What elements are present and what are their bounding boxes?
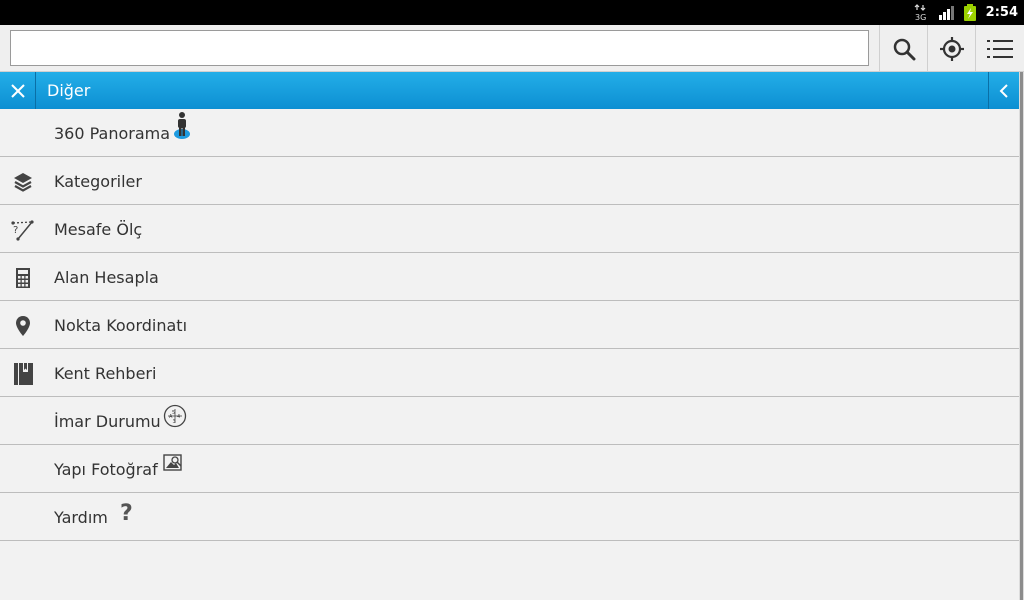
menu-item-label: İmar Durumu xyxy=(54,412,161,431)
menu-item-label: Nokta Koordinatı xyxy=(54,316,188,335)
crosshair-location-icon xyxy=(939,36,964,61)
calculator-icon xyxy=(10,265,36,291)
scrollbar[interactable] xyxy=(1019,72,1024,600)
menu-item-imar-durumu[interactable]: İmar Durumu 5 A 4 3 xyxy=(0,397,1019,445)
menu-item-label: 360 Panorama xyxy=(54,124,171,143)
photo-icon xyxy=(163,449,185,479)
signal-strength-icon xyxy=(938,0,956,25)
close-icon xyxy=(10,83,25,98)
network-type-icon: 3G xyxy=(914,0,928,25)
svg-text:3G: 3G xyxy=(915,13,926,22)
menu-item-yapi-fotograf[interactable]: Yapı Fotoğraf xyxy=(0,445,1019,493)
menu-item-yardim[interactable]: Yardım ? xyxy=(0,493,1019,541)
close-panel-button[interactable] xyxy=(0,72,36,109)
zoning-status-icon: 5 A 4 3 xyxy=(163,401,187,431)
menu-item-label: Alan Hesapla xyxy=(54,268,159,287)
menu-item-nokta-koordinati[interactable]: Nokta Koordinatı xyxy=(0,301,1019,349)
svg-text:3: 3 xyxy=(173,419,176,425)
clock: 2:54 xyxy=(985,5,1018,20)
layers-icon xyxy=(10,169,36,195)
battery-charging-icon xyxy=(963,0,977,25)
search-toolbar xyxy=(0,25,1024,72)
svg-text:5: 5 xyxy=(172,410,175,416)
chevron-left-icon xyxy=(999,83,1008,98)
location-pin-icon xyxy=(10,313,36,339)
panel-header: Diğer xyxy=(0,72,1019,109)
collapse-panel-button[interactable] xyxy=(988,72,1019,109)
status-bar: 3G 2:54 xyxy=(0,0,1024,25)
scrollbar-thumb[interactable] xyxy=(1020,72,1023,600)
menu-item-label: Kategoriler xyxy=(54,172,142,191)
menu-item-label: Kent Rehberi xyxy=(54,364,157,383)
measure-distance-icon: ? xyxy=(10,217,36,243)
search-input[interactable] xyxy=(10,30,869,66)
menu-item-kent-rehberi[interactable]: Kent Rehberi xyxy=(0,349,1019,397)
menu-item-mesafe-olc[interactable]: ? Mesafe Ölç xyxy=(0,205,1019,253)
svg-text:4: 4 xyxy=(177,414,180,420)
street-view-person-icon xyxy=(172,111,192,141)
menu-list-button[interactable] xyxy=(975,25,1024,72)
list-menu-icon xyxy=(987,39,1013,58)
menu-item-360-panorama[interactable]: 360 Panorama xyxy=(0,109,1019,157)
menu-item-alan-hesapla[interactable]: Alan Hesapla xyxy=(0,253,1019,301)
city-guide-book-icon xyxy=(10,361,36,387)
menu-item-label: Yardım xyxy=(54,508,108,527)
menu-item-label: Mesafe Ölç xyxy=(54,220,143,239)
help-question-icon: ? xyxy=(119,497,137,527)
svg-text:?: ? xyxy=(120,501,133,525)
menu-list: 360 Panorama Kategoriler ? Mesafe Ölç Al… xyxy=(0,109,1019,541)
svg-text:?: ? xyxy=(13,225,18,236)
search-button[interactable] xyxy=(879,25,927,72)
menu-item-kategoriler[interactable]: Kategoriler xyxy=(0,157,1019,205)
panel-title: Diğer xyxy=(47,81,91,100)
menu-item-label: Yapı Fotoğraf xyxy=(54,460,158,479)
my-location-button[interactable] xyxy=(927,25,975,72)
search-icon xyxy=(893,38,915,60)
